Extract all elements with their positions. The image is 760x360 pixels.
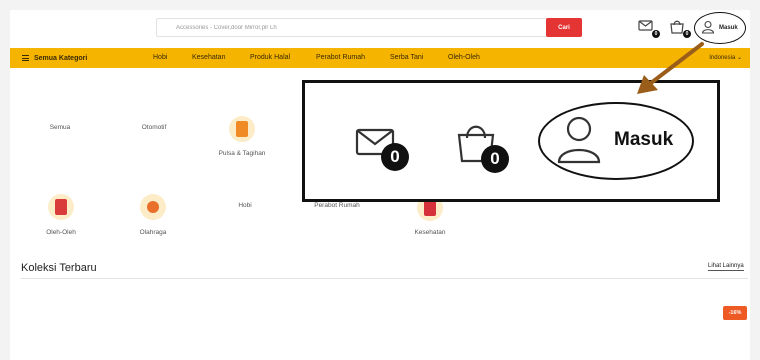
pointer-arrow — [637, 42, 704, 94]
page: Cari 0 0 Masuk Semua — [10, 10, 750, 360]
